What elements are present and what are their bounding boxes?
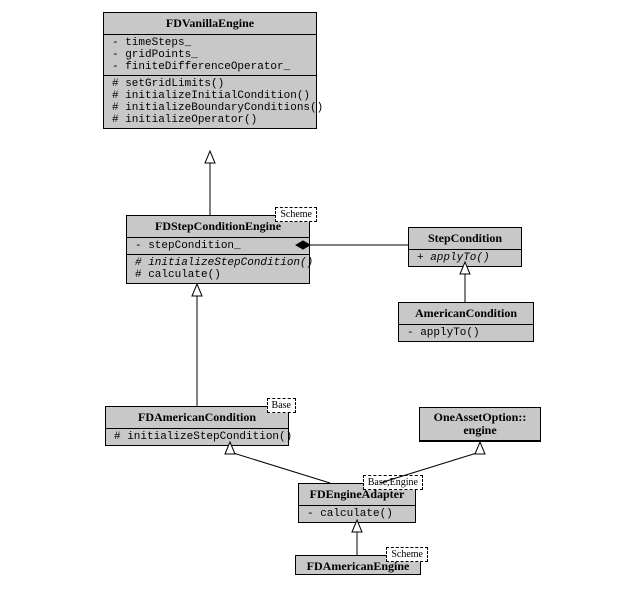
template-param: Scheme xyxy=(275,207,317,222)
class-fdvanillaengine: FDVanillaEngine - timeSteps_ - gridPoint… xyxy=(103,12,317,129)
ops: - calculate() xyxy=(299,506,415,522)
gen-adapter-fdamcond xyxy=(230,442,330,483)
ops: # initializeStepCondition() # calculate(… xyxy=(127,255,309,283)
class-oneassetoption-engine: OneAssetOption:: engine xyxy=(419,407,541,442)
class-title: OneAssetOption:: engine xyxy=(420,408,540,441)
class-title: StepCondition xyxy=(409,228,521,250)
ops: + applyTo() xyxy=(409,250,521,266)
class-americancondition: AmericanCondition - applyTo() xyxy=(398,302,534,342)
class-title: FDAmericanCondition xyxy=(106,407,288,429)
template-param: Base xyxy=(267,398,296,413)
ops: # setGridLimits() # initializeInitialCon… xyxy=(104,76,316,128)
class-fdamericancondition: Base FDAmericanCondition # initializeSte… xyxy=(105,406,289,446)
class-fdamericanengine: Scheme FDAmericanEngine xyxy=(295,555,421,575)
class-fdstepconditionengine: Scheme FDStepConditionEngine - stepCondi… xyxy=(126,215,310,284)
class-title: FDVanillaEngine xyxy=(104,13,316,35)
class-fdengineadapter: Base,Engine FDEngineAdapter - calculate(… xyxy=(298,483,416,523)
template-param: Scheme xyxy=(386,547,428,562)
class-title: AmericanCondition xyxy=(399,303,533,325)
ops: # initializeStepCondition() xyxy=(106,429,288,445)
attrs: - timeSteps_ - gridPoints_ - finiteDiffe… xyxy=(104,35,316,76)
template-param: Base,Engine xyxy=(363,475,423,490)
attrs: - stepCondition_ xyxy=(127,238,309,255)
ops: - applyTo() xyxy=(399,325,533,341)
class-stepcondition: StepCondition + applyTo() xyxy=(408,227,522,267)
